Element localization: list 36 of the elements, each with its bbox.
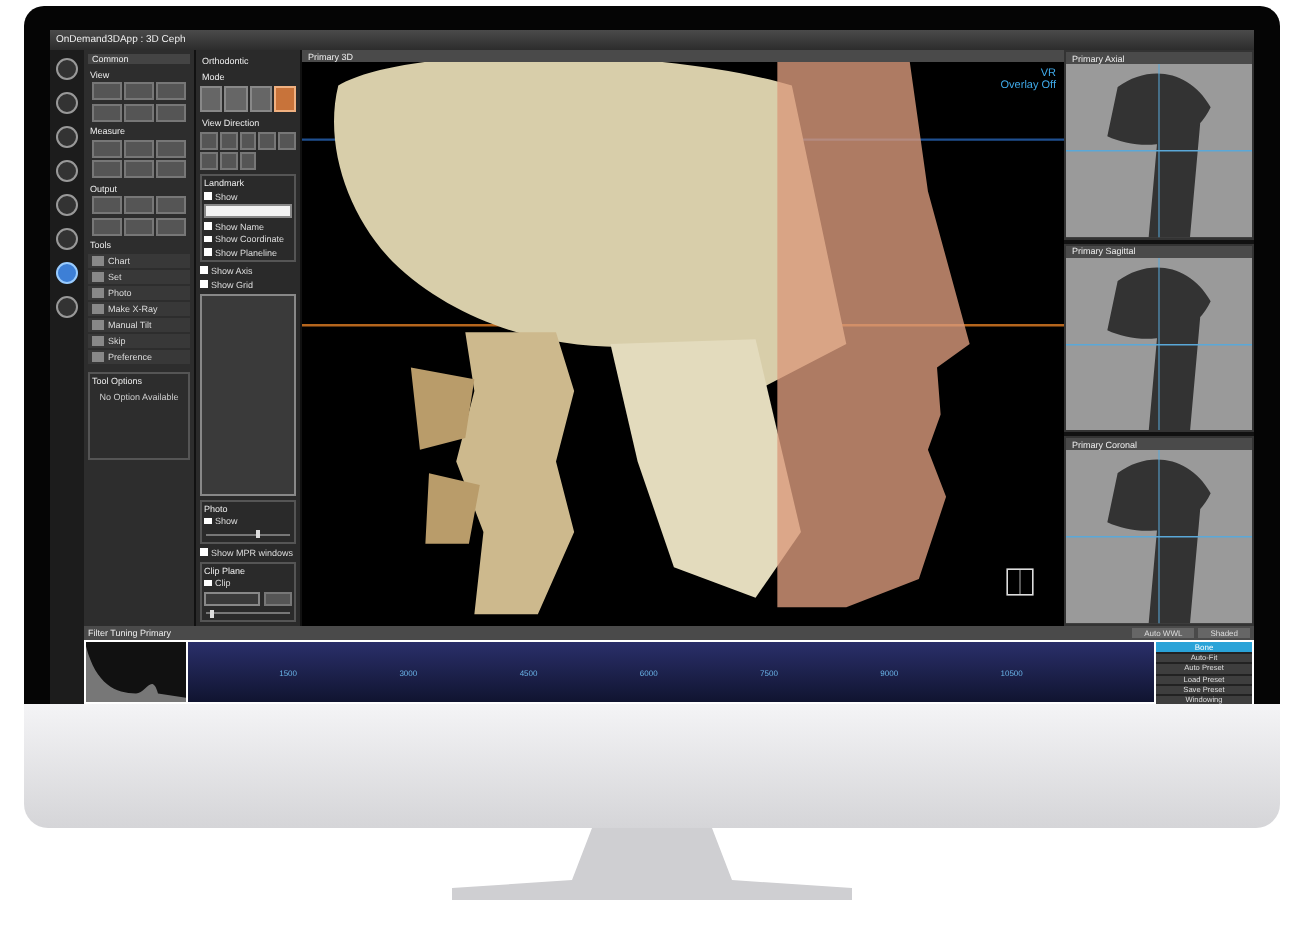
tool-button[interactable]	[156, 160, 186, 178]
sidebar-icon[interactable]	[56, 262, 78, 284]
tool-button[interactable]	[92, 196, 122, 214]
sidebar-icon[interactable]	[56, 160, 78, 182]
tool-button[interactable]	[92, 160, 122, 178]
tool-button[interactable]	[124, 196, 154, 214]
sidebar-icon[interactable]	[56, 228, 78, 250]
tool-button[interactable]	[92, 103, 122, 121]
dropdown[interactable]	[204, 591, 260, 605]
apply-button[interactable]	[264, 591, 292, 605]
sidebar-icon[interactable]	[56, 92, 78, 114]
tool-button[interactable]	[156, 139, 186, 157]
dropdown[interactable]	[200, 293, 296, 495]
tool-button[interactable]	[124, 82, 154, 100]
tool-button[interactable]	[156, 82, 186, 100]
sidebar-icon[interactable]	[56, 296, 78, 318]
mode-button[interactable]	[200, 86, 223, 112]
tool-button[interactable]	[92, 217, 122, 235]
dropdown[interactable]	[204, 204, 292, 218]
tool-button[interactable]	[92, 82, 122, 100]
orientation-cube-icon	[1004, 566, 1036, 598]
tool-button[interactable]	[124, 217, 154, 235]
sidebar-icon[interactable]	[56, 126, 78, 148]
tool-button[interactable]	[156, 217, 186, 235]
tool-button[interactable]	[124, 139, 154, 157]
tool-button[interactable]	[156, 103, 186, 121]
mode-button[interactable]	[273, 86, 296, 112]
sidebar-icon[interactable]	[56, 194, 78, 216]
sidebar-icon[interactable]	[56, 58, 78, 80]
tool-button[interactable]	[124, 160, 154, 178]
slider-thumb[interactable]	[256, 530, 261, 538]
tool-button[interactable]	[124, 103, 154, 121]
tool-button[interactable]	[156, 196, 186, 214]
mode-button[interactable]	[249, 86, 272, 112]
slider-thumb[interactable]	[210, 609, 215, 617]
tool-button[interactable]	[92, 139, 122, 157]
